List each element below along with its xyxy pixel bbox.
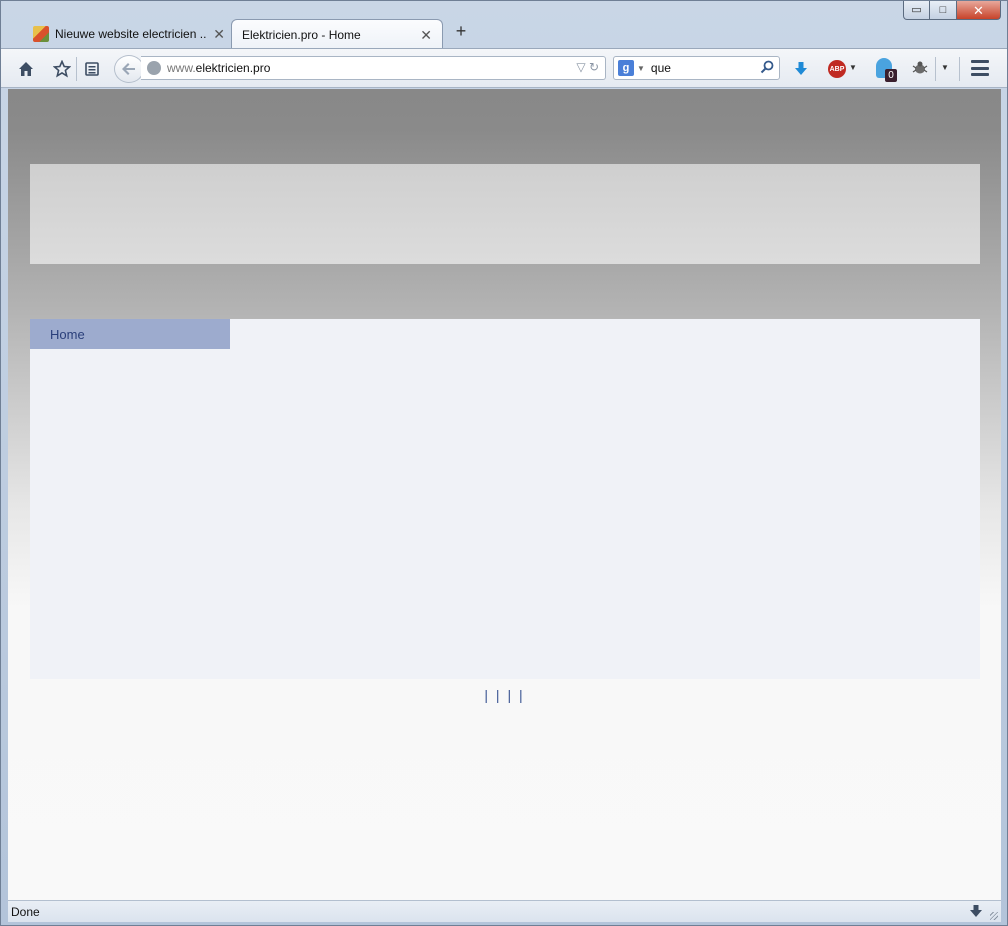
search-icon[interactable] xyxy=(760,60,774,77)
url-prefix: www. xyxy=(167,61,196,75)
tab-title: Nieuwe website electricien ... xyxy=(55,27,208,41)
ghostery-badge: 0 xyxy=(885,69,897,82)
page-viewport: Home | | | | xyxy=(8,89,1001,900)
menu-icon[interactable] xyxy=(971,60,989,76)
site-header-banner xyxy=(30,164,980,264)
addon-menu-dropdown-icon[interactable]: ▼ xyxy=(941,63,949,72)
tab-close-icon[interactable]: ✕ xyxy=(213,26,225,43)
google-engine-icon[interactable]: g xyxy=(618,60,634,76)
globe-icon xyxy=(147,61,161,75)
footer-links[interactable]: | | | | xyxy=(8,687,1001,703)
adblock-icon[interactable]: ABP xyxy=(828,60,846,78)
status-text: Done xyxy=(11,904,40,919)
tab-title: Elektricien.pro - Home xyxy=(242,28,361,42)
navigation-toolbar: www. elektricien.pro ▽ ↻ g ▼ que ABP ▼ 0 … xyxy=(1,48,1007,88)
tab-elektricien-home[interactable]: Elektricien.pro - Home ✕ xyxy=(231,19,443,50)
reading-list-icon[interactable] xyxy=(82,59,102,79)
browser-window: ▭ □ ✕ Nieuwe website electricien ... ✕ E… xyxy=(0,0,1008,926)
back-button[interactable] xyxy=(114,55,144,83)
new-tab-button[interactable]: + xyxy=(451,21,471,42)
search-bar[interactable]: g ▼ que xyxy=(613,56,780,80)
url-host: elektricien.pro xyxy=(195,61,271,75)
firebug-icon[interactable] xyxy=(911,61,929,75)
status-bar: Done xyxy=(8,900,1001,922)
adblock-dropdown-icon[interactable]: ▼ xyxy=(849,63,857,72)
tab-close-icon[interactable]: ✕ xyxy=(420,27,432,44)
site-favicon-icon xyxy=(33,26,49,42)
url-bar[interactable]: www. elektricien.pro ▽ ↻ xyxy=(141,56,606,80)
nav-item-home[interactable]: Home xyxy=(30,319,230,349)
back-icon xyxy=(122,63,135,75)
star-icon[interactable] xyxy=(52,59,72,79)
tab-strip: Nieuwe website electricien ... ✕ Elektri… xyxy=(1,17,1007,50)
engine-dropdown-icon[interactable]: ▼ xyxy=(637,64,645,73)
main-content-area: Home xyxy=(30,319,980,679)
home-icon[interactable] xyxy=(16,59,36,79)
status-download-icon[interactable] xyxy=(969,904,983,921)
resize-grip-icon[interactable] xyxy=(990,912,998,920)
search-input[interactable]: que xyxy=(651,61,760,75)
url-dropdown-reload-icons[interactable]: ▽ ↻ xyxy=(576,60,599,74)
tab-nieuwe-website[interactable]: Nieuwe website electricien ... ✕ xyxy=(23,19,235,49)
download-icon[interactable] xyxy=(791,59,811,79)
